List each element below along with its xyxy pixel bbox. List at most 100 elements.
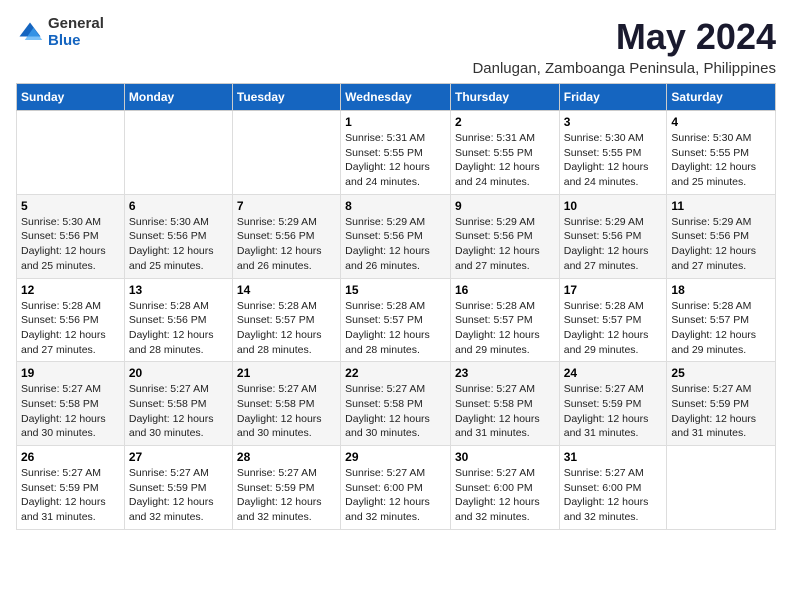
day-number: 16: [455, 283, 555, 297]
day-number: 25: [671, 366, 771, 380]
day-info: Sunrise: 5:29 AMSunset: 5:56 PMDaylight:…: [345, 215, 446, 274]
day-info: Sunrise: 5:28 AMSunset: 5:57 PMDaylight:…: [671, 299, 771, 358]
calendar-table: SundayMondayTuesdayWednesdayThursdayFrid…: [16, 83, 776, 530]
logo: General Blue: [16, 16, 104, 49]
calendar-cell: 4 Sunrise: 5:30 AMSunset: 5:55 PMDaylight…: [667, 111, 776, 195]
calendar-cell: 21 Sunrise: 5:27 AMSunset: 5:58 PMDayligh…: [232, 362, 340, 446]
day-number: 20: [129, 366, 228, 380]
day-number: 7: [237, 199, 336, 213]
calendar-cell: 1 Sunrise: 5:31 AMSunset: 5:55 PMDaylight…: [341, 111, 451, 195]
day-info: Sunrise: 5:27 AMSunset: 5:58 PMDaylight:…: [237, 382, 336, 441]
day-info: Sunrise: 5:30 AMSunset: 5:56 PMDaylight:…: [129, 215, 228, 274]
calendar-cell: 28Sunrise: 5:27 AMSunset: 5:59 PMDayligh…: [232, 446, 340, 530]
calendar-cell: 16 Sunrise: 5:28 AMSunset: 5:57 PMDayligh…: [450, 278, 559, 362]
calendar-cell: 6 Sunrise: 5:30 AMSunset: 5:56 PMDaylight…: [124, 194, 232, 278]
calendar-cell: 15 Sunrise: 5:28 AMSunset: 5:57 PMDayligh…: [341, 278, 451, 362]
calendar-cell: [667, 446, 776, 530]
day-info: Sunrise: 5:27 AMSunset: 6:00 PMDaylight:…: [564, 466, 663, 525]
day-info: Sunrise: 5:28 AMSunset: 5:56 PMDaylight:…: [129, 299, 228, 358]
calendar-cell: 12 Sunrise: 5:28 AMSunset: 5:56 PMDayligh…: [17, 278, 125, 362]
day-info: Sunrise: 5:27 AMSunset: 5:58 PMDaylight:…: [129, 382, 228, 441]
day-number: 27: [129, 450, 228, 464]
day-info: Sunrise: 5:27 AMSunset: 6:00 PMDaylight:…: [455, 466, 555, 525]
calendar-cell: 18 Sunrise: 5:28 AMSunset: 5:57 PMDayligh…: [667, 278, 776, 362]
day-info: Sunrise: 5:29 AMSunset: 5:56 PMDaylight:…: [237, 215, 336, 274]
calendar-week-4: 19 Sunrise: 5:27 AMSunset: 5:58 PMDayligh…: [17, 362, 776, 446]
calendar-cell: 2Sunrise: 5:31 AMSunset: 5:55 PMDaylight…: [450, 111, 559, 195]
day-number: 3: [564, 115, 663, 129]
day-info: Sunrise: 5:31 AMSunset: 5:55 PMDaylight:…: [455, 131, 555, 190]
day-number: 26: [21, 450, 120, 464]
calendar-cell: 19Sunrise: 5:27 AMSunset: 5:58 PMDayligh…: [17, 362, 125, 446]
calendar-cell: 24 Sunrise: 5:27 AMSunset: 5:59 PMDayligh…: [559, 362, 667, 446]
calendar-cell: 20 Sunrise: 5:27 AMSunset: 5:58 PMDayligh…: [124, 362, 232, 446]
calendar-cell: 14 Sunrise: 5:28 AMSunset: 5:57 PMDayligh…: [232, 278, 340, 362]
day-number: 19: [21, 366, 120, 380]
calendar-cell: 26 Sunrise: 5:27 AMSunset: 5:59 PMDayligh…: [17, 446, 125, 530]
day-number: 22: [345, 366, 446, 380]
day-number: 12: [21, 283, 120, 297]
subtitle: Danlugan, Zamboanga Peninsula, Philippin…: [472, 60, 776, 77]
day-info: Sunrise: 5:27 AMSunset: 5:59 PMDaylight:…: [564, 382, 663, 441]
day-info: Sunrise: 5:27 AMSunset: 5:59 PMDaylight:…: [21, 466, 120, 525]
day-number: 1: [345, 115, 446, 129]
day-number: 17: [564, 283, 663, 297]
header-day-monday: Monday: [124, 84, 232, 111]
logo-text: General Blue: [48, 16, 104, 49]
header-row: SundayMondayTuesdayWednesdayThursdayFrid…: [17, 84, 776, 111]
calendar-body: 1 Sunrise: 5:31 AMSunset: 5:55 PMDaylight…: [17, 111, 776, 530]
header-day-thursday: Thursday: [450, 84, 559, 111]
page-header: General Blue May 2024 Danlugan, Zamboang…: [16, 16, 776, 77]
day-number: 14: [237, 283, 336, 297]
day-info: Sunrise: 5:28 AMSunset: 5:56 PMDaylight:…: [21, 299, 120, 358]
day-info: Sunrise: 5:30 AMSunset: 5:56 PMDaylight:…: [21, 215, 120, 274]
day-info: Sunrise: 5:27 AMSunset: 5:59 PMDaylight:…: [237, 466, 336, 525]
day-info: Sunrise: 5:30 AMSunset: 5:55 PMDaylight:…: [671, 131, 771, 190]
day-number: 23: [455, 366, 555, 380]
day-number: 21: [237, 366, 336, 380]
day-number: 6: [129, 199, 228, 213]
day-number: 4: [671, 115, 771, 129]
day-info: Sunrise: 5:27 AMSunset: 6:00 PMDaylight:…: [345, 466, 446, 525]
day-number: 24: [564, 366, 663, 380]
calendar-cell: 29Sunrise: 5:27 AMSunset: 6:00 PMDayligh…: [341, 446, 451, 530]
calendar-cell: 3 Sunrise: 5:30 AMSunset: 5:55 PMDaylight…: [559, 111, 667, 195]
header-day-wednesday: Wednesday: [341, 84, 451, 111]
day-info: Sunrise: 5:27 AMSunset: 5:59 PMDaylight:…: [671, 382, 771, 441]
day-number: 5: [21, 199, 120, 213]
header-day-tuesday: Tuesday: [232, 84, 340, 111]
calendar-cell: 25 Sunrise: 5:27 AMSunset: 5:59 PMDayligh…: [667, 362, 776, 446]
logo-general-text: General: [48, 16, 104, 33]
day-number: 8: [345, 199, 446, 213]
day-info: Sunrise: 5:27 AMSunset: 5:59 PMDaylight:…: [129, 466, 228, 525]
calendar-week-1: 1 Sunrise: 5:31 AMSunset: 5:55 PMDaylight…: [17, 111, 776, 195]
day-info: Sunrise: 5:28 AMSunset: 5:57 PMDaylight:…: [345, 299, 446, 358]
day-info: Sunrise: 5:28 AMSunset: 5:57 PMDaylight:…: [237, 299, 336, 358]
day-info: Sunrise: 5:29 AMSunset: 5:56 PMDaylight:…: [671, 215, 771, 274]
calendar-cell: 5 Sunrise: 5:30 AMSunset: 5:56 PMDaylight…: [17, 194, 125, 278]
logo-blue-text: Blue: [48, 33, 104, 50]
day-info: Sunrise: 5:29 AMSunset: 5:56 PMDaylight:…: [455, 215, 555, 274]
main-title: May 2024: [472, 16, 776, 58]
calendar-cell: 8 Sunrise: 5:29 AMSunset: 5:56 PMDaylight…: [341, 194, 451, 278]
calendar-cell: 30 Sunrise: 5:27 AMSunset: 6:00 PMDayligh…: [450, 446, 559, 530]
calendar-cell: 9Sunrise: 5:29 AMSunset: 5:56 PMDaylight…: [450, 194, 559, 278]
day-info: Sunrise: 5:31 AMSunset: 5:55 PMDaylight:…: [345, 131, 446, 190]
calendar-cell: 17Sunrise: 5:28 AMSunset: 5:57 PMDayligh…: [559, 278, 667, 362]
calendar-cell: 27 Sunrise: 5:27 AMSunset: 5:59 PMDayligh…: [124, 446, 232, 530]
calendar-cell: 11 Sunrise: 5:29 AMSunset: 5:56 PMDayligh…: [667, 194, 776, 278]
day-number: 11: [671, 199, 771, 213]
calendar-cell: 23Sunrise: 5:27 AMSunset: 5:58 PMDayligh…: [450, 362, 559, 446]
day-info: Sunrise: 5:28 AMSunset: 5:57 PMDaylight:…: [455, 299, 555, 358]
calendar-cell: 10Sunrise: 5:29 AMSunset: 5:56 PMDayligh…: [559, 194, 667, 278]
day-info: Sunrise: 5:29 AMSunset: 5:56 PMDaylight:…: [564, 215, 663, 274]
day-info: Sunrise: 5:30 AMSunset: 5:55 PMDaylight:…: [564, 131, 663, 190]
day-number: 13: [129, 283, 228, 297]
calendar-cell: [124, 111, 232, 195]
calendar-week-3: 12 Sunrise: 5:28 AMSunset: 5:56 PMDayligh…: [17, 278, 776, 362]
calendar-cell: 31Sunrise: 5:27 AMSunset: 6:00 PMDayligh…: [559, 446, 667, 530]
day-number: 15: [345, 283, 446, 297]
calendar-week-5: 26 Sunrise: 5:27 AMSunset: 5:59 PMDayligh…: [17, 446, 776, 530]
day-number: 18: [671, 283, 771, 297]
day-number: 30: [455, 450, 555, 464]
